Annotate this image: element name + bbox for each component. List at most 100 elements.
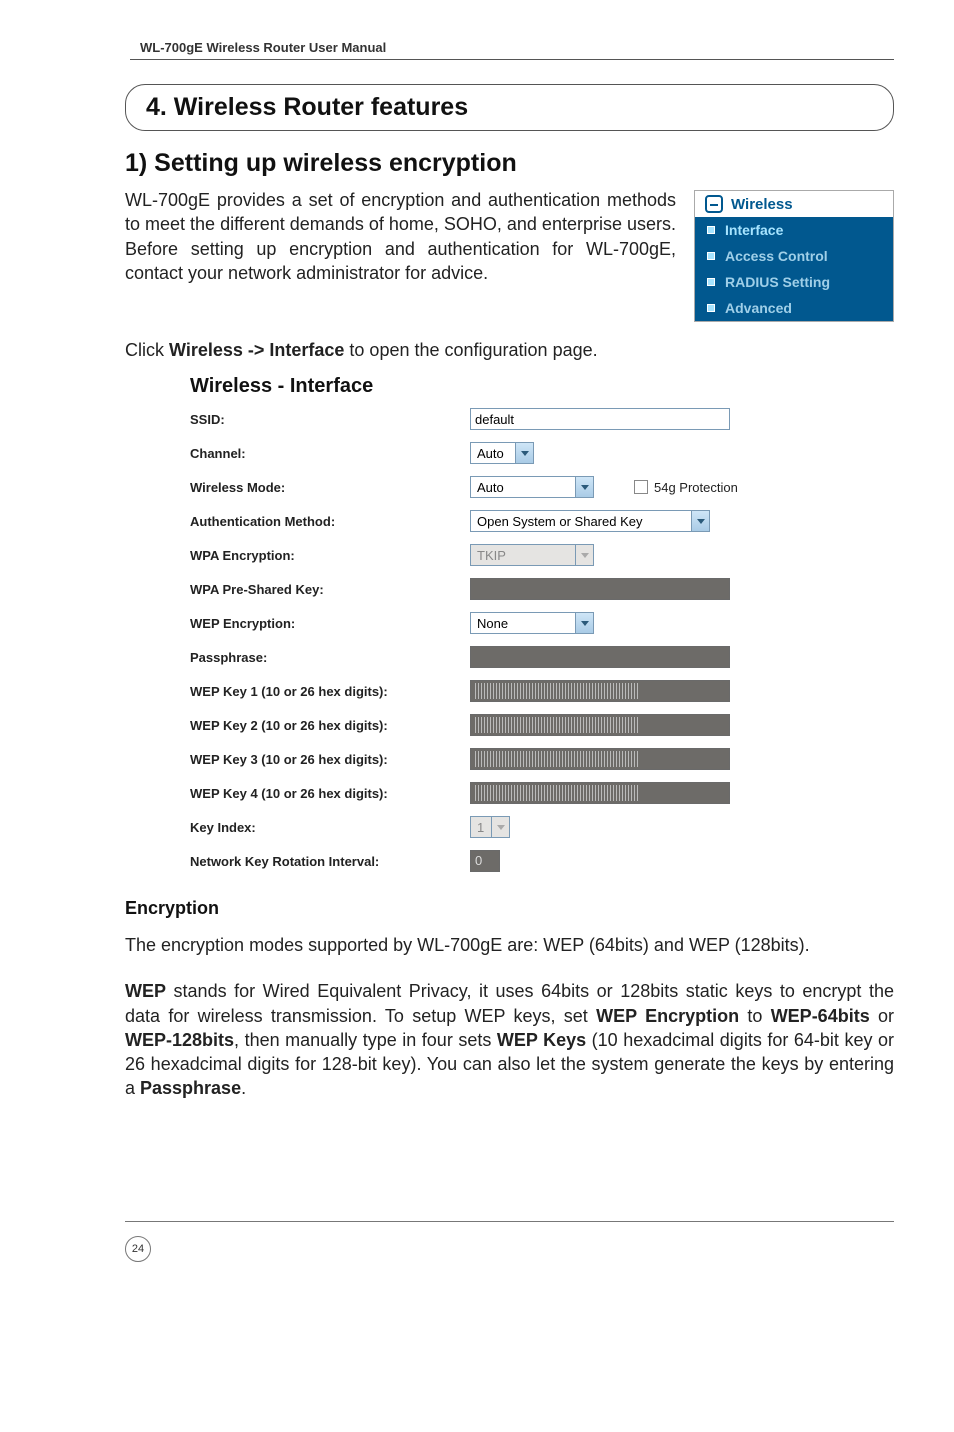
channel-select[interactable]: Auto bbox=[470, 442, 534, 464]
wep-encryption-select[interactable]: None bbox=[470, 612, 594, 634]
wpa-psk-input bbox=[470, 578, 730, 600]
masked-value bbox=[475, 785, 638, 801]
label-auth-method: Authentication Method: bbox=[190, 514, 470, 529]
auth-method-select[interactable]: Open System or Shared Key bbox=[470, 510, 710, 532]
header-divider bbox=[130, 59, 894, 60]
nav-bullet-icon bbox=[707, 304, 715, 312]
nav-item-label: Advanced bbox=[725, 300, 792, 316]
row-wep-key-3: WEP Key 3 (10 or 26 hex digits): bbox=[190, 748, 814, 770]
nav-bullet-icon bbox=[707, 226, 715, 234]
row-wpa-encryption: WPA Encryption: TKIP bbox=[190, 544, 814, 566]
wep-key-1-input bbox=[470, 680, 730, 702]
key-index-select-value: 1 bbox=[477, 820, 484, 835]
wep128-bold: WEP-128bits bbox=[125, 1030, 234, 1050]
row-wep-key-2: WEP Key 2 (10 or 26 hex digits): bbox=[190, 714, 814, 736]
encryption-paragraph-2: WEP stands for Wired Equivalent Privacy,… bbox=[125, 979, 894, 1100]
dropdown-arrow-icon bbox=[691, 511, 709, 531]
footer-divider bbox=[125, 1221, 894, 1222]
wireless-interface-panel: Wireless - Interface SSID: Channel: Auto… bbox=[190, 375, 814, 872]
protection-checkbox-wrap[interactable]: 54g Protection bbox=[634, 480, 738, 495]
label-wep-key-1: WEP Key 1 (10 or 26 hex digits): bbox=[190, 684, 470, 699]
label-wep-key-2: WEP Key 2 (10 or 26 hex digits): bbox=[190, 718, 470, 733]
label-wep-key-4: WEP Key 4 (10 or 26 hex digits): bbox=[190, 786, 470, 801]
row-rotation-interval: Network Key Rotation Interval: 0 bbox=[190, 850, 814, 872]
masked-value bbox=[475, 717, 638, 733]
row-auth-method: Authentication Method: Open System or Sh… bbox=[190, 510, 814, 532]
protection-label: 54g Protection bbox=[654, 480, 738, 495]
passphrase-input bbox=[470, 646, 730, 668]
nav-item-interface[interactable]: Interface bbox=[695, 217, 893, 243]
nav-bullet-icon bbox=[707, 252, 715, 260]
row-wireless-mode: Wireless Mode: Auto 54g Protection bbox=[190, 476, 814, 498]
row-channel: Channel: Auto bbox=[190, 442, 814, 464]
page-footer: 24 bbox=[125, 1221, 894, 1262]
wireless-mode-select-value: Auto bbox=[477, 480, 504, 495]
wireless-nav-panel: Wireless Interface Access Control RADIUS… bbox=[694, 190, 894, 322]
encryption-heading: Encryption bbox=[125, 898, 894, 919]
wireless-folder-icon bbox=[705, 195, 723, 213]
dropdown-arrow-icon bbox=[575, 545, 593, 565]
text-run: or bbox=[870, 1006, 894, 1026]
nav-item-label: Access Control bbox=[725, 248, 828, 264]
panel-title: Wireless - Interface bbox=[190, 375, 814, 398]
nav-item-radius-setting[interactable]: RADIUS Setting bbox=[695, 269, 893, 295]
key-index-select: 1 bbox=[470, 816, 510, 838]
row-wep-key-1: WEP Key 1 (10 or 26 hex digits): bbox=[190, 680, 814, 702]
click-hint: Click Wireless -> Interface to open the … bbox=[125, 340, 894, 361]
wepkeys-bold: WEP Keys bbox=[497, 1030, 586, 1050]
label-wpa-encryption: WPA Encryption: bbox=[190, 548, 470, 563]
nav-item-advanced[interactable]: Advanced bbox=[695, 295, 893, 321]
nav-bullet-icon bbox=[707, 278, 715, 286]
wireless-mode-select[interactable]: Auto bbox=[470, 476, 594, 498]
row-key-index: Key Index: 1 bbox=[190, 816, 814, 838]
auth-method-select-value: Open System or Shared Key bbox=[477, 514, 642, 529]
nav-item-label: RADIUS Setting bbox=[725, 274, 830, 290]
page-number: 24 bbox=[125, 1236, 151, 1262]
text-run: . bbox=[241, 1078, 246, 1098]
subsection-title: 1) Setting up wireless encryption bbox=[125, 149, 894, 178]
protection-checkbox[interactable] bbox=[634, 480, 648, 494]
nav-header-label: Wireless bbox=[731, 196, 793, 213]
rotation-interval-input: 0 bbox=[470, 850, 500, 872]
wep64-bold: WEP-64bits bbox=[771, 1006, 870, 1026]
click-hint-prefix: Click bbox=[125, 340, 169, 360]
label-wep-key-3: WEP Key 3 (10 or 26 hex digits): bbox=[190, 752, 470, 767]
passphrase-bold: Passphrase bbox=[140, 1078, 241, 1098]
label-wpa-psk: WPA Pre-Shared Key: bbox=[190, 582, 470, 597]
wep-bold: WEP bbox=[125, 981, 166, 1001]
dropdown-arrow-icon bbox=[575, 613, 593, 633]
wpa-encryption-select: TKIP bbox=[470, 544, 594, 566]
label-ssid: SSID: bbox=[190, 412, 470, 427]
section-title-box: 4. Wireless Router features bbox=[125, 84, 894, 131]
dropdown-arrow-icon bbox=[575, 477, 593, 497]
wep-key-2-input bbox=[470, 714, 730, 736]
wpa-encryption-select-value: TKIP bbox=[477, 548, 506, 563]
row-wep-encryption: WEP Encryption: None bbox=[190, 612, 814, 634]
intro-paragraph: WL-700gE provides a set of encryption an… bbox=[125, 188, 676, 285]
ssid-input[interactable] bbox=[470, 408, 730, 430]
click-hint-suffix: to open the configuration page. bbox=[344, 340, 597, 360]
encryption-paragraph-1: The encryption modes supported by WL-700… bbox=[125, 933, 894, 957]
section-title: 4. Wireless Router features bbox=[146, 93, 468, 121]
row-ssid: SSID: bbox=[190, 408, 814, 430]
wep-encryption-select-value: None bbox=[477, 616, 508, 631]
channel-select-value: Auto bbox=[477, 446, 504, 461]
label-wireless-mode: Wireless Mode: bbox=[190, 480, 470, 495]
manual-title: WL-700gE Wireless Router User Manual bbox=[60, 40, 894, 55]
text-run: to bbox=[739, 1006, 771, 1026]
nav-item-access-control[interactable]: Access Control bbox=[695, 243, 893, 269]
row-wpa-psk: WPA Pre-Shared Key: bbox=[190, 578, 814, 600]
wep-key-3-input bbox=[470, 748, 730, 770]
nav-item-label: Interface bbox=[725, 222, 783, 238]
label-key-index: Key Index: bbox=[190, 820, 470, 835]
text-run: , then manually type in four sets bbox=[234, 1030, 497, 1050]
wep-encryption-bold: WEP Encryption bbox=[596, 1006, 739, 1026]
nav-header[interactable]: Wireless bbox=[695, 191, 893, 217]
row-passphrase: Passphrase: bbox=[190, 646, 814, 668]
label-wep-encryption: WEP Encryption: bbox=[190, 616, 470, 631]
wep-key-4-input bbox=[470, 782, 730, 804]
row-wep-key-4: WEP Key 4 (10 or 26 hex digits): bbox=[190, 782, 814, 804]
click-hint-path: Wireless -> Interface bbox=[169, 340, 344, 360]
label-rotation-interval: Network Key Rotation Interval: bbox=[190, 854, 470, 869]
masked-value bbox=[475, 751, 638, 767]
